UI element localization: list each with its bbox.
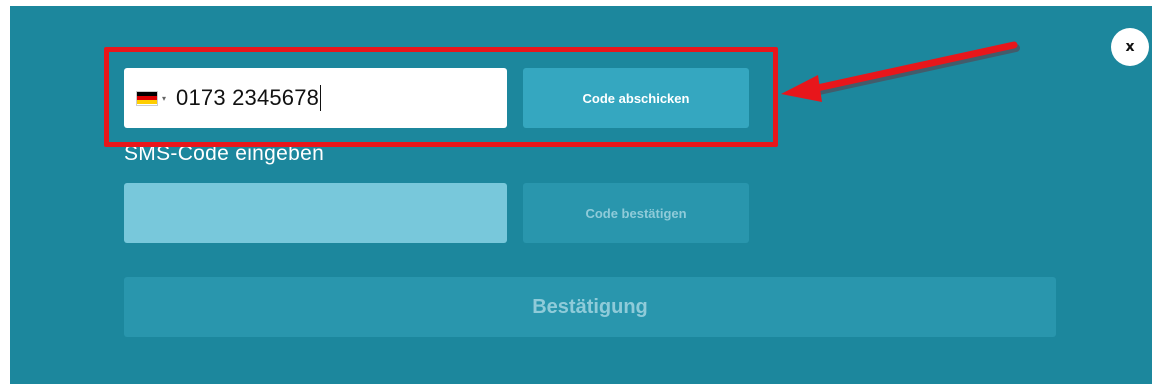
text-cursor [320, 85, 322, 111]
sms-code-input[interactable] [124, 183, 507, 243]
confirm-code-button[interactable]: Code bestätigen [523, 183, 749, 243]
phone-number-value[interactable]: 0173 2345678 [176, 85, 319, 111]
send-code-button[interactable]: Code abschicken [523, 68, 749, 128]
screenshot-frame: x ▾ 0173 2345678 Code abschicken SMS-Cod… [0, 0, 1152, 384]
close-button[interactable]: x [1111, 28, 1149, 66]
confirmation-button[interactable]: Bestätigung [124, 277, 1056, 337]
de-flag-icon [137, 91, 157, 105]
chevron-down-icon: ▾ [162, 93, 167, 103]
close-icon: x [1125, 39, 1135, 55]
sms-code-label: SMS-Code eingeben [124, 142, 325, 165]
country-code-select[interactable]: ▾ [137, 68, 166, 128]
phone-number-field[interactable]: ▾ 0173 2345678 [124, 68, 507, 128]
